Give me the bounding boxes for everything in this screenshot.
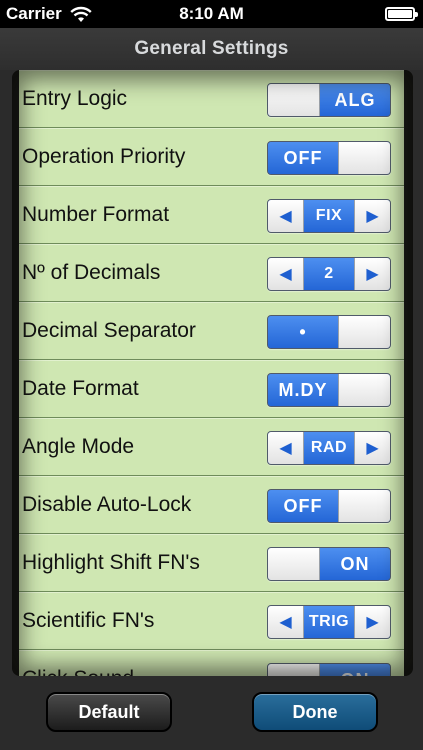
settings-row: Date Format M.DY [19, 360, 404, 418]
setting-stepper: ◀ FIX ▶ [267, 199, 391, 233]
setting-stepper: ◀ RAD ▶ [267, 431, 391, 465]
toggle-value: M.DY [268, 374, 338, 406]
toggle-value: OFF [268, 490, 338, 522]
app-header: General Settings [0, 28, 423, 70]
status-time: 8:10 AM [179, 4, 244, 23]
toggle-value: ON [320, 548, 390, 580]
done-button[interactable]: Done [252, 692, 378, 732]
setting-toggle[interactable]: ON [267, 547, 391, 581]
settings-row: Operation Priority OFF [19, 128, 404, 186]
toggle-knob[interactable] [268, 548, 320, 580]
status-bar: Carrier 8:10 AM [0, 0, 423, 28]
setting-label: Highlight Shift FN's [22, 551, 200, 574]
settings-row: Disable Auto-Lock OFF [19, 476, 404, 534]
left-arrow-icon[interactable]: ◀ [268, 258, 304, 290]
settings-row: Angle Mode ◀ RAD ▶ [19, 418, 404, 476]
setting-toggle[interactable]: • [267, 315, 391, 349]
stepper-value: 2 [324, 265, 334, 282]
setting-label: Nº of Decimals [22, 261, 161, 284]
default-button[interactable]: Default [46, 692, 172, 732]
battery-icon [385, 7, 418, 21]
setting-label: Angle Mode [22, 435, 135, 458]
footer-bar: Default Done [0, 676, 423, 750]
settings-row: Nº of Decimals ◀ 2 ▶ [19, 244, 404, 302]
setting-toggle[interactable]: OFF [267, 141, 391, 175]
toggle-knob[interactable] [338, 316, 390, 348]
left-arrow-icon[interactable]: ◀ [268, 200, 304, 232]
setting-toggle[interactable]: ALG [267, 83, 391, 117]
setting-toggle[interactable]: OFF [267, 489, 391, 523]
left-arrow-icon[interactable]: ◀ [268, 606, 304, 638]
stepper-value: TRIG [308, 613, 350, 630]
left-arrow-icon[interactable]: ◀ [268, 432, 304, 464]
toggle-value: OFF [268, 142, 338, 174]
settings-row: Entry Logic ALG [19, 70, 404, 128]
settings-panel: Entry Logic ALG Operation Priority OFF Numbe… [12, 70, 413, 676]
setting-label: Decimal Separator [22, 319, 196, 342]
toggle-value: • [268, 316, 338, 348]
toggle-knob[interactable] [268, 664, 320, 676]
setting-toggle[interactable]: M.DY [267, 373, 391, 407]
settings-list[interactable]: Entry Logic ALG Operation Priority OFF Numbe… [19, 70, 404, 676]
setting-label: Click Sound [19, 667, 134, 676]
toggle-knob[interactable] [338, 374, 390, 406]
page-title: General Settings [134, 38, 289, 59]
stepper-value: FIX [315, 207, 343, 224]
toggle-knob[interactable] [338, 142, 390, 174]
setting-stepper: ◀ 2 ▶ [267, 257, 391, 291]
setting-label: Disable Auto-Lock [22, 493, 192, 516]
settings-row: Scientific FN's ◀ TRIG ▶ [19, 592, 404, 650]
toggle-value: ALG [320, 84, 390, 116]
toggle-knob[interactable] [268, 84, 320, 116]
right-arrow-icon[interactable]: ▶ [354, 432, 390, 464]
right-arrow-icon[interactable]: ▶ [354, 200, 390, 232]
setting-label: Scientific FN's [22, 609, 155, 632]
settings-row: Click Sound ON [19, 650, 404, 676]
setting-label: Date Format [22, 377, 139, 400]
setting-label: Operation Priority [22, 145, 186, 168]
toggle-knob[interactable] [338, 490, 390, 522]
setting-label: Entry Logic [22, 87, 128, 110]
stepper-value: RAD [310, 439, 348, 456]
toggle-value: ON [320, 664, 390, 676]
setting-label: Number Format [22, 203, 170, 226]
setting-stepper: ◀ TRIG ▶ [267, 605, 391, 639]
right-arrow-icon[interactable]: ▶ [354, 606, 390, 638]
right-arrow-icon[interactable]: ▶ [354, 258, 390, 290]
settings-row: Highlight Shift FN's ON [19, 534, 404, 592]
setting-toggle[interactable]: ON [267, 663, 391, 676]
settings-row: Number Format ◀ FIX ▶ [19, 186, 404, 244]
settings-row: Decimal Separator • [19, 302, 404, 360]
